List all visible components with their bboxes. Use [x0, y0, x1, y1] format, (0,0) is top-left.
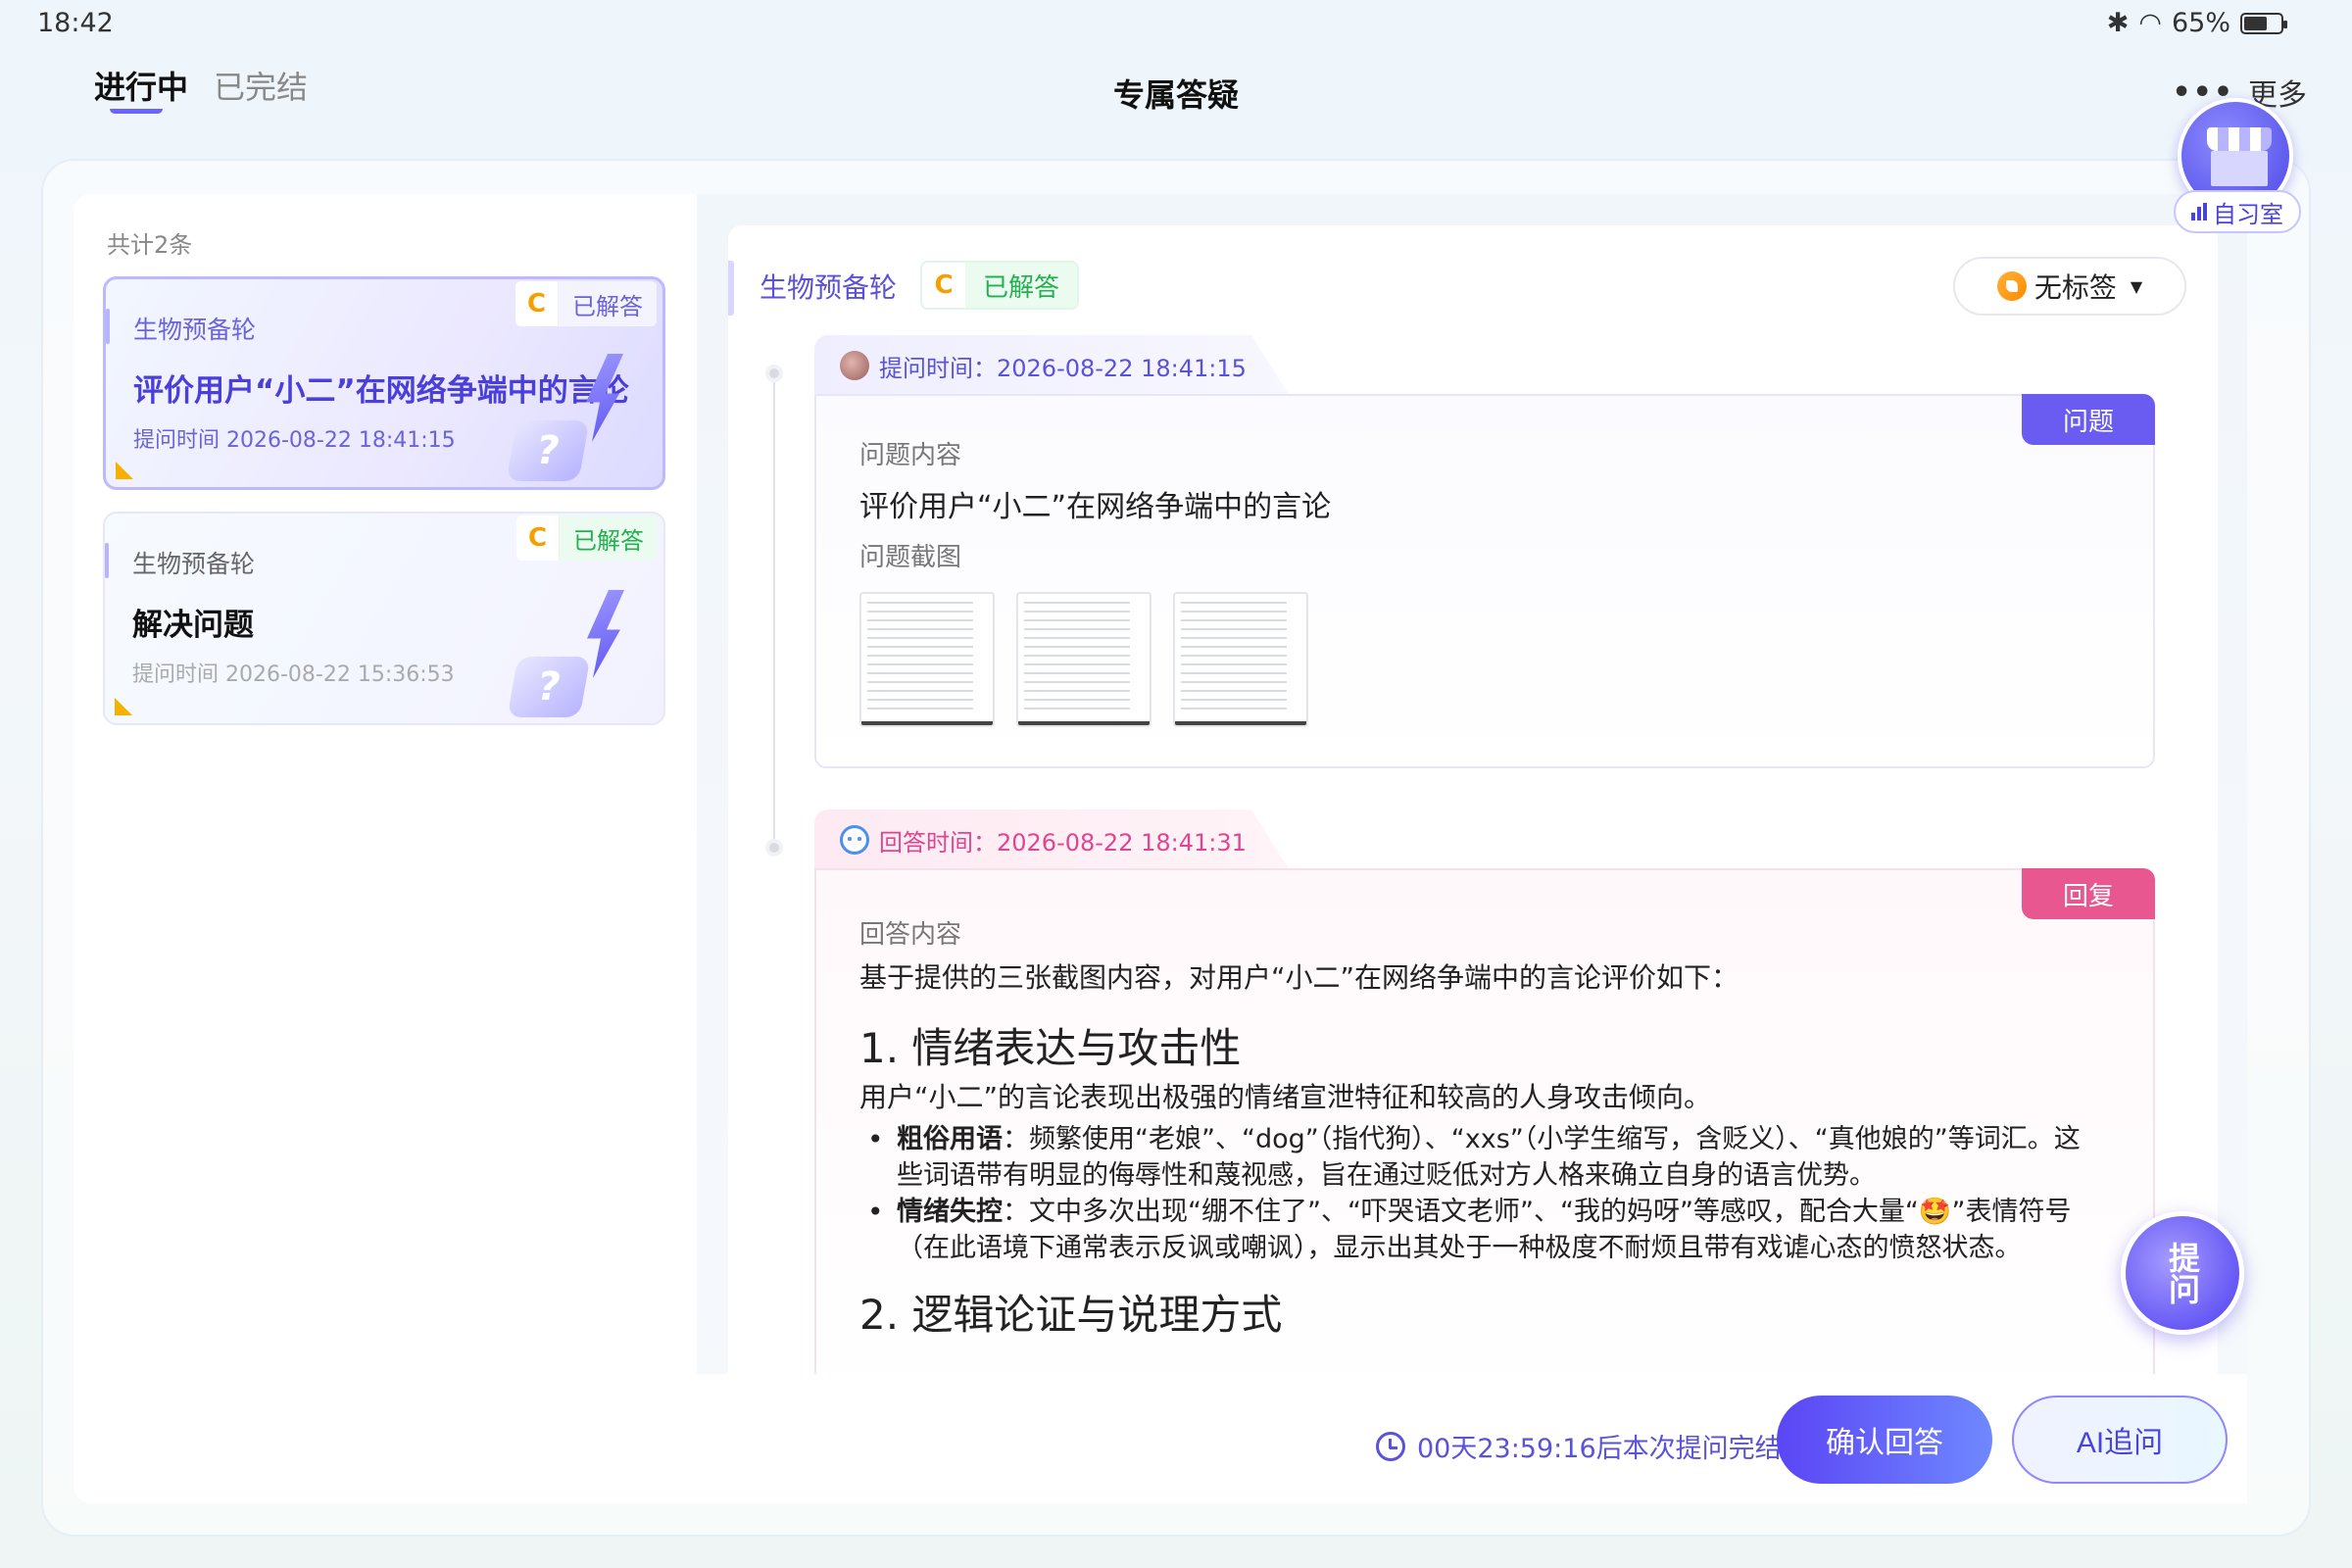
bottom-action-bar: 00天23:59:16后本次提问完结 确认回答 AI追问	[697, 1374, 2247, 1503]
answer-section-heading: 2. 逻辑论证与说理方式	[859, 1291, 1283, 1339]
corner-marker-icon	[115, 698, 132, 715]
reply-corner-label: 回复	[2022, 868, 2155, 919]
card-time: 提问时间 2026-08-22 15:36:53	[132, 662, 455, 687]
ai-follow-up-button[interactable]: AI追问	[2012, 1396, 2228, 1484]
bullet-title: 粗俗用语	[897, 1124, 1003, 1154]
tag-label: 无标签	[2034, 271, 2117, 304]
question-time-tab: 提问时间：2026-08-22 18:41:15	[814, 335, 1290, 396]
answer-time: 回答时间：2026-08-22 18:41:31	[879, 828, 1247, 857]
page-title: 专属答疑	[1112, 76, 1239, 114]
status-time: 18:42	[37, 8, 114, 38]
question-list-panel: 共计2条 生物预备轮 C 已解答 评价用户“小二”在网络争端中的言论 提问时间 …	[74, 194, 697, 1503]
bullet-text: ：频繁使用“老娘”、“dog”（指代狗）、“xxs”（小学生缩写，含贬义）、“真…	[897, 1124, 2081, 1191]
question-count: 共计2条	[107, 231, 193, 259]
grade-letter: C	[922, 263, 965, 308]
bullet-title: 情绪失控	[897, 1197, 1003, 1227]
study-room-label-pill: 自习室	[2174, 190, 2301, 233]
answer-bullet: 粗俗用语：频繁使用“老娘”、“dog”（指代狗）、“xxs”（小学生缩写，含贬义…	[859, 1121, 2098, 1194]
battery-text: 65%	[2171, 8, 2230, 38]
tag-icon	[1996, 271, 2027, 301]
card-accent	[105, 543, 109, 578]
answer-bullet-list: 粗俗用语：频繁使用“老娘”、“dog”（指代狗）、“xxs”（小学生缩写，含贬义…	[859, 1121, 2098, 1266]
answer-intro: 基于提供的三张截图内容，对用户“小二”在网络争端中的言论评价如下：	[859, 961, 1740, 994]
countdown-text: 00天23:59:16后本次提问完结	[1417, 1434, 1782, 1464]
answer-box: 回复 回答内容 基于提供的三张截图内容，对用户“小二”在网络争端中的言论评价如下…	[814, 868, 2155, 1374]
tag-dropdown[interactable]: 无标签 ▼	[1953, 257, 2186, 316]
battery-level	[2244, 16, 2268, 30]
screenshot-thumbnail[interactable]	[859, 592, 995, 727]
bar-chart-icon	[2191, 203, 2207, 220]
screenshot-thumbnails	[859, 592, 1308, 727]
answer-time-tab: 回答时间：2026-08-22 18:41:31	[814, 809, 1290, 870]
question-mark-illustration-icon: ?	[507, 590, 624, 717]
tutor-avatar	[840, 825, 869, 855]
status-badge: C 已解答	[515, 281, 657, 326]
status-icons: ✱ ◠ 65%	[2106, 8, 2287, 38]
detail-accent	[728, 261, 734, 316]
study-room-button[interactable]: 自习室	[2174, 98, 2301, 235]
battery-icon	[2240, 12, 2287, 34]
timeline-line	[773, 372, 775, 853]
timeline-dot	[765, 839, 783, 857]
answer-section-heading: 1. 情绪表达与攻击性	[859, 1024, 1242, 1072]
countdown: 00天23:59:16后本次提问完结	[1376, 1427, 1782, 1465]
question-box: 问题 问题内容 评价用户“小二”在网络争端中的言论 问题截图	[814, 394, 2155, 768]
detail-card[interactable]: 生物预备轮 C 已解答 无标签 ▼ 提问时间：2026-08-22 18:41:…	[728, 225, 2218, 1374]
screenshot-thumbnail[interactable]	[1016, 592, 1152, 727]
answer-body: 回答内容 基于提供的三张截图内容，对用户“小二”在网络争端中的言论评价如下： 1…	[859, 913, 2098, 1343]
ask-label: 提问	[2164, 1242, 2201, 1304]
card-time: 提问时间 2026-08-22 18:41:15	[133, 428, 456, 453]
corner-marker-icon	[116, 462, 133, 479]
card-accent	[106, 309, 110, 344]
timeline-dot	[765, 365, 783, 382]
detail-status-badge: C 已解答	[920, 261, 1080, 310]
question-card-2[interactable]: 生物预备轮 C 已解答 解决问题 提问时间 2026-08-22 15:36:5…	[103, 512, 665, 725]
detail-panel: 生物预备轮 C 已解答 无标签 ▼ 提问时间：2026-08-22 18:41:…	[697, 194, 2247, 1503]
question-content: 评价用户“小二”在网络争端中的言论	[859, 490, 1332, 524]
answer-content-label: 回答内容	[859, 920, 962, 950]
grade-letter: C	[516, 515, 560, 561]
answered-state: 已解答	[559, 281, 657, 326]
wifi-icon: ◠	[2138, 8, 2162, 38]
question-screenshot-label: 问题截图	[859, 543, 962, 572]
screenshot-thumbnail[interactable]	[1173, 592, 1308, 727]
user-avatar	[840, 351, 869, 380]
ask-question-fab[interactable]: 提问	[2121, 1211, 2244, 1335]
question-mark-illustration-icon: ?	[506, 354, 623, 481]
answer-section-intro: 用户“小二”的言论表现出极强的情绪宣泄特征和较高的人身攻击倾向。	[859, 1081, 1712, 1113]
study-room-label: 自习室	[2213, 200, 2283, 228]
status-badge: C 已解答	[516, 515, 658, 561]
question-corner-label: 问题	[2022, 394, 2155, 445]
card-subject: 生物预备轮	[133, 316, 257, 344]
bullet-text: ：文中多次出现“绷不住了”、“吓哭语文老师”、“我的妈呀”等感叹，配合大量“🤩”…	[897, 1197, 2072, 1263]
detail-subject: 生物预备轮	[760, 271, 898, 304]
question-content-label: 问题内容	[859, 441, 962, 470]
confirm-answer-button[interactable]: 确认回答	[1777, 1396, 1992, 1484]
question-time: 提问时间：2026-08-22 18:41:15	[879, 354, 1247, 382]
caret-down-icon: ▼	[2130, 276, 2143, 296]
bluetooth-icon: ✱	[2106, 8, 2130, 38]
grade-letter: C	[515, 281, 559, 326]
clock-icon	[1376, 1431, 1405, 1461]
question-card-1[interactable]: 生物预备轮 C 已解答 评价用户“小二”在网络争端中的言论 提问时间 2026-…	[103, 276, 665, 490]
answered-state: 已解答	[965, 263, 1078, 308]
answer-bullet: 情绪失控：文中多次出现“绷不住了”、“吓哭语文老师”、“我的妈呀”等感叹，配合大…	[859, 1194, 2098, 1266]
card-title: 解决问题	[132, 608, 254, 643]
card-subject: 生物预备轮	[132, 550, 256, 578]
answered-state: 已解答	[560, 515, 658, 561]
